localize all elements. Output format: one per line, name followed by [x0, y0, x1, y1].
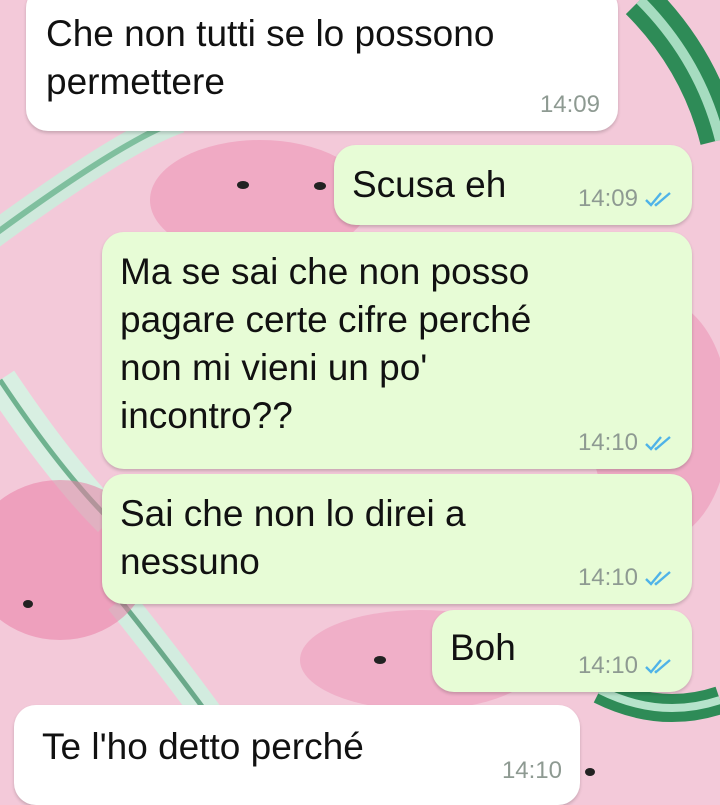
message-text: Te l'ho detto perché	[42, 726, 364, 767]
read-double-check-icon	[645, 436, 671, 451]
message-time: 14:10	[577, 652, 638, 679]
message-bubble-incoming[interactable]: Te l'ho detto perché 14:10	[14, 705, 580, 805]
message-bubble-outgoing[interactable]: Ma se sai che non posso pagare certe cif…	[102, 232, 692, 469]
message-time: 14:10	[577, 564, 638, 591]
message-text: Sai che non lo direi a nessuno	[120, 493, 466, 582]
message-bubble-outgoing[interactable]: Boh 14:10	[432, 610, 692, 692]
message-meta: 14:09	[578, 185, 674, 213]
message-text: Scusa eh	[352, 164, 507, 205]
message-meta: 14:10	[502, 757, 562, 785]
message-text: Boh	[450, 627, 516, 668]
message-text: Che non tutti se lo possono permettere	[46, 13, 495, 102]
read-double-check-icon	[645, 192, 671, 207]
message-bubble-outgoing[interactable]: Sai che non lo direi a nessuno 14:10	[102, 474, 692, 604]
message-meta: 14:10	[578, 652, 674, 680]
read-double-check-icon	[645, 659, 671, 674]
message-meta: 14:10	[578, 564, 674, 592]
message-bubble-outgoing[interactable]: Scusa eh 14:09	[334, 145, 692, 225]
message-time: 14:10	[577, 429, 638, 456]
message-time: 14:09	[577, 185, 638, 212]
read-double-check-icon	[645, 571, 671, 586]
message-text: Ma se sai che non posso pagare certe cif…	[120, 251, 532, 436]
message-time: 14:09	[539, 91, 600, 118]
message-bubble-incoming[interactable]: Che non tutti se lo possono permettere 1…	[26, 0, 618, 131]
message-meta: 14:10	[578, 429, 674, 457]
message-time: 14:10	[501, 757, 562, 784]
message-meta: 14:09	[540, 91, 600, 119]
